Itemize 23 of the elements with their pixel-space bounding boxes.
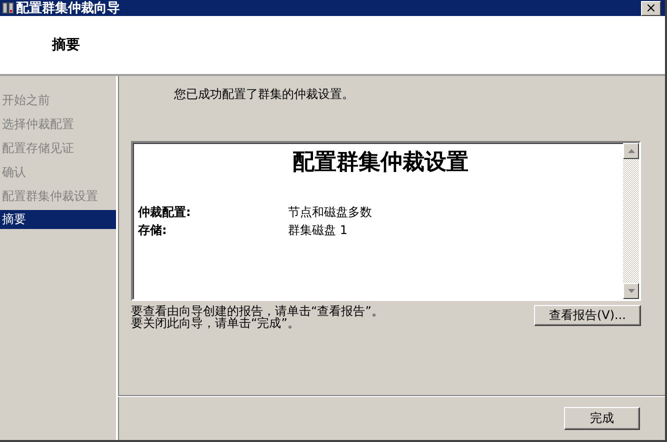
sidebar-item[interactable]: 摘要 (0, 210, 116, 229)
field-label: 存储: (138, 222, 168, 239)
window-title: 配置群集仲裁向导 (16, 0, 121, 17)
sidebar-item[interactable]: 配置群集仲裁设置 (0, 184, 116, 208)
finish-button[interactable]: 完成 (564, 406, 640, 430)
sidebar-item[interactable]: 选择仲裁配置 (0, 112, 116, 136)
view-report-button[interactable]: 查看报告(V)... (534, 305, 641, 326)
sidebar-item[interactable]: 配置存储见证 (0, 136, 116, 160)
scroll-down-icon[interactable] (628, 289, 634, 293)
sidebar-item[interactable]: 开始之前 (0, 88, 116, 112)
scroll-up-icon[interactable] (628, 149, 634, 153)
hint-text: 要查看由向导创建的报告，请单击“查看报告”。 (131, 305, 384, 317)
page-heading: 摘要 (0, 16, 665, 76)
field-value: 群集磁盘 1 (288, 222, 348, 239)
close-button[interactable]: × (641, 0, 661, 16)
sidebar-item[interactable]: 确认 (0, 160, 116, 184)
field-value: 节点和磁盘多数 (288, 204, 372, 221)
success-message: 您已成功配置了群集的仲裁设置。 (173, 86, 355, 103)
hint-text: 要关闭此向导，请单击“完成”。 (131, 317, 300, 329)
scrollbar[interactable] (623, 143, 639, 299)
field-label: 仲裁配置: (138, 204, 192, 221)
wizard-icon (2, 2, 14, 14)
report-title: 配置群集仲裁设置 (292, 148, 470, 177)
